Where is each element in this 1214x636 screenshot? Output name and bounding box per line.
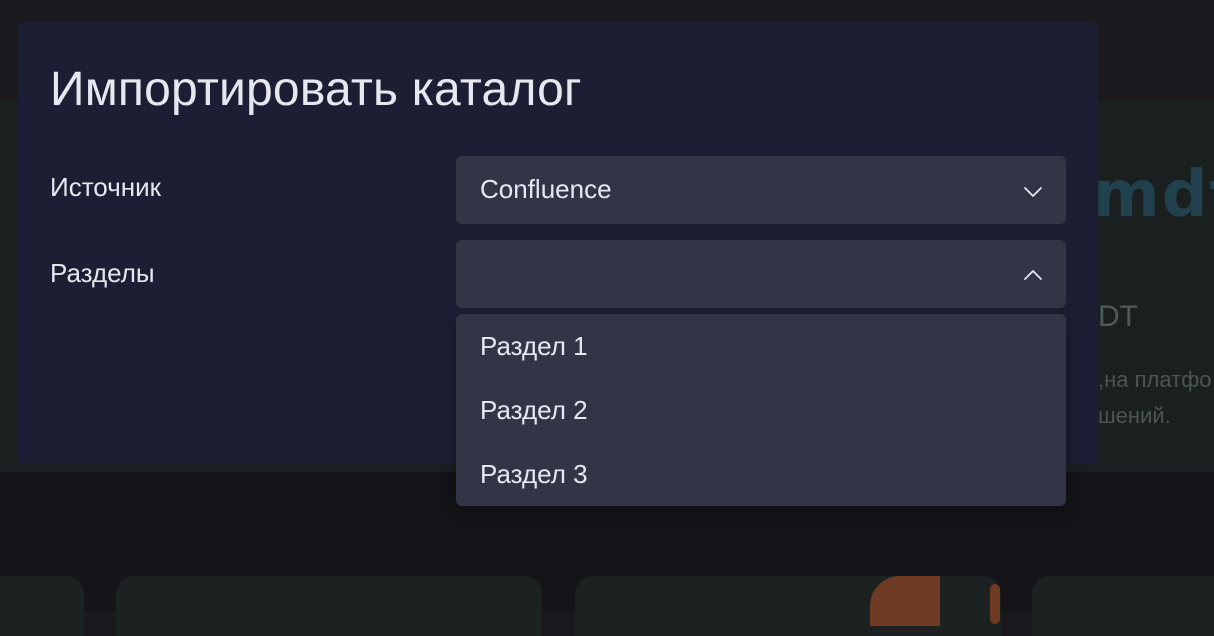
background-logo: mdt <box>1093 158 1214 232</box>
background-illustration <box>990 584 1000 624</box>
background-tile <box>0 576 84 636</box>
background-tile <box>116 576 542 636</box>
chevron-down-icon <box>1024 187 1042 197</box>
source-label: Источник <box>50 172 161 202</box>
sections-option[interactable]: Раздел 3 <box>456 442 1066 506</box>
background-tile <box>1032 576 1214 636</box>
background-illustration <box>870 576 940 626</box>
sections-option[interactable]: Раздел 1 <box>456 314 1066 378</box>
sections-select[interactable] <box>456 240 1066 308</box>
chevron-up-icon <box>1024 270 1042 280</box>
background-description: ,на платфо шений. <box>1098 362 1212 434</box>
background-description-line: ,на платфо <box>1098 367 1212 392</box>
source-select-value: Confluence <box>480 174 612 204</box>
background-description-line: шений. <box>1098 403 1171 428</box>
sections-dropdown-menu: Раздел 1 Раздел 2 Раздел 3 <box>456 314 1066 506</box>
source-select[interactable]: Confluence <box>456 156 1066 224</box>
dialog-title: Импортировать каталог <box>50 63 582 116</box>
sections-label: Разделы <box>50 258 155 288</box>
background-heading: DT <box>1098 300 1138 333</box>
sections-option[interactable]: Раздел 2 <box>456 378 1066 442</box>
